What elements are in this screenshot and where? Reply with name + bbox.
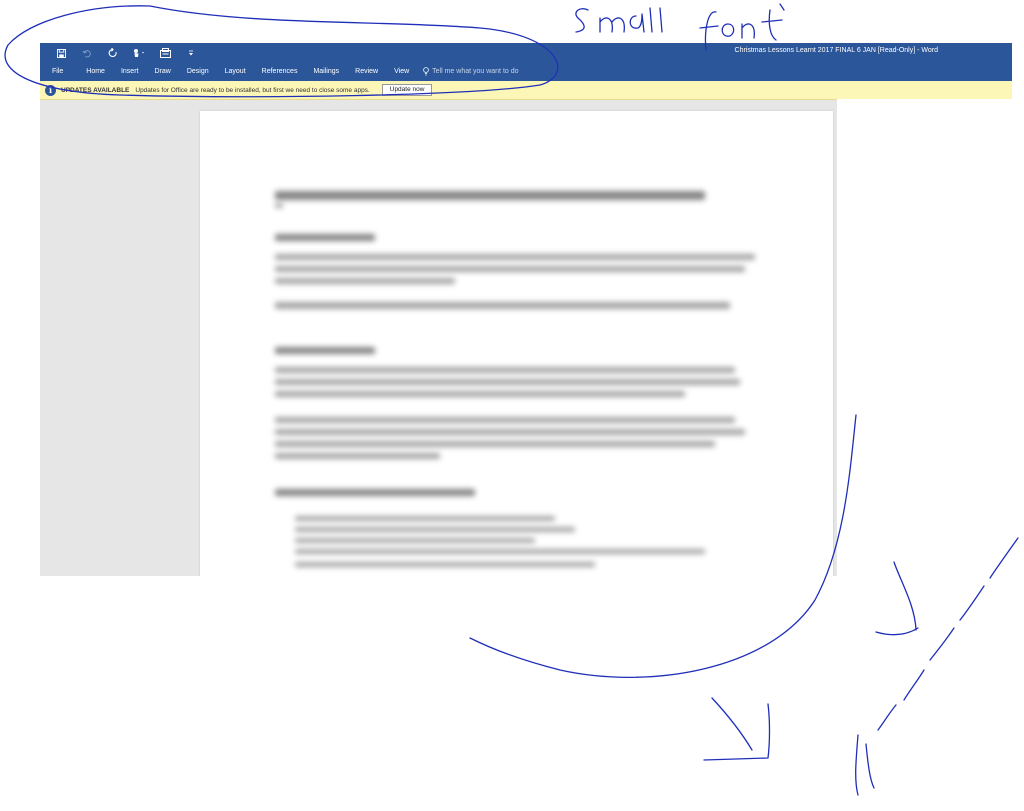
tab-design[interactable]: Design — [179, 68, 217, 75]
tab-layout[interactable]: Layout — [217, 68, 254, 75]
blurred-line — [275, 417, 735, 423]
print-preview-icon[interactable] — [152, 45, 178, 61]
blurred-list-item — [295, 527, 575, 532]
title-bar: Christmas Lessons Learnt 2017 FINAL 6 JA… — [40, 43, 1012, 81]
tab-home[interactable]: Home — [78, 68, 113, 75]
blurred-subheading — [275, 347, 375, 354]
blurred-subheading — [275, 489, 475, 496]
info-icon: i — [45, 84, 56, 96]
blurred-heading — [275, 191, 705, 200]
annotation-blank-screen — [855, 537, 1019, 796]
customize-qat-icon[interactable] — [178, 45, 204, 61]
blurred-line — [275, 429, 745, 435]
message-title: UPDATES AVAILABLE — [61, 86, 130, 94]
lightbulb-icon — [423, 66, 429, 75]
document-title: Christmas Lessons Learnt 2017 FINAL 6 JA… — [734, 47, 938, 54]
tab-file[interactable]: File — [40, 68, 78, 75]
word-window: Christmas Lessons Learnt 2017 FINAL 6 JA… — [40, 43, 1012, 576]
annotation-arrow-bottom — [703, 697, 771, 761]
blurred-list-item — [295, 562, 595, 567]
tab-review[interactable]: Review — [347, 68, 386, 75]
blurred-list-item — [295, 549, 705, 554]
save-icon[interactable] — [48, 45, 74, 61]
tell-me-label: Tell me what you want to do — [432, 67, 519, 75]
quick-access-toolbar — [48, 45, 204, 61]
redo-icon[interactable] — [100, 45, 126, 61]
tab-view[interactable]: View — [386, 68, 417, 75]
blurred-subheading — [275, 234, 375, 241]
tab-mailings[interactable]: Mailings — [305, 68, 347, 75]
ribbon-tabs: File Home Insert Draw Design Layout Refe… — [40, 63, 519, 79]
undo-icon[interactable] — [74, 45, 100, 61]
update-message-bar: i UPDATES AVAILABLE Updates for Office a… — [40, 81, 1012, 100]
blurred-list-item — [295, 538, 535, 543]
message-text: Updates for Office are ready to be insta… — [135, 86, 370, 94]
blurred-line — [275, 367, 735, 373]
blurred-line — [275, 266, 745, 272]
document-page[interactable] — [200, 111, 833, 576]
blurred-line — [275, 379, 740, 385]
tab-draw[interactable]: Draw — [146, 68, 178, 75]
blurred-line — [275, 278, 455, 284]
blurred-list-item — [295, 516, 555, 521]
blurred-line — [275, 391, 685, 397]
tab-references[interactable]: References — [254, 68, 306, 75]
tell-me-search[interactable]: Tell me what you want to do — [423, 66, 519, 76]
update-now-button[interactable]: Update now — [381, 84, 433, 96]
tab-insert[interactable]: Insert — [113, 68, 147, 75]
blurred-line — [275, 254, 755, 260]
blurred-line — [275, 453, 440, 459]
blurred-line — [275, 302, 730, 309]
touch-mode-icon[interactable] — [126, 45, 152, 61]
blurred-line — [275, 203, 283, 208]
blank-right-area — [837, 99, 1012, 576]
blurred-line — [275, 441, 715, 447]
